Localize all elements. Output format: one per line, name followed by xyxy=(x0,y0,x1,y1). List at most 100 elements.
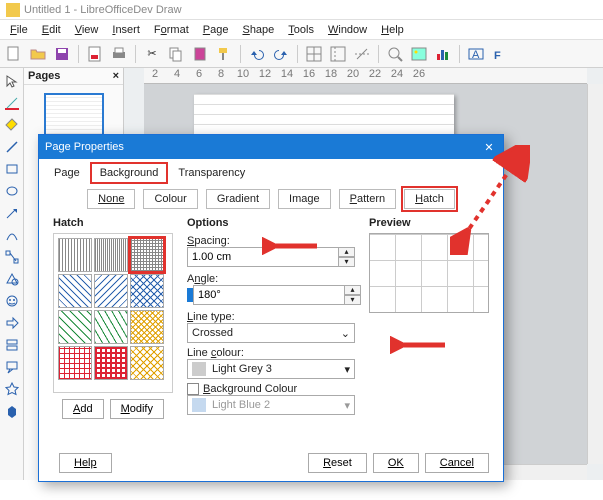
basic-shapes-icon[interactable] xyxy=(3,270,21,288)
undo-icon[interactable] xyxy=(247,44,267,64)
ok-button[interactable]: OK xyxy=(373,453,419,473)
hatch-swatch[interactable] xyxy=(94,274,128,308)
line-tool-icon[interactable] xyxy=(3,138,21,156)
dialog-titlebar[interactable]: Page Properties ✕ xyxy=(39,135,503,159)
grid-icon[interactable] xyxy=(304,44,324,64)
hatch-heading: Hatch xyxy=(53,217,173,229)
tab-transparency[interactable]: Transparency xyxy=(169,163,254,183)
helplines-icon[interactable] xyxy=(352,44,372,64)
callout-icon[interactable] xyxy=(3,358,21,376)
line-colour-select[interactable]: Light Grey 3 ▾ xyxy=(187,359,355,379)
hatch-swatch[interactable] xyxy=(58,274,92,308)
menu-insert[interactable]: Insert xyxy=(106,22,146,38)
hatch-swatch[interactable] xyxy=(94,238,128,272)
snap-icon[interactable] xyxy=(328,44,348,64)
hatch-swatch[interactable] xyxy=(130,238,164,272)
dropdown-icon: ▾ xyxy=(344,363,350,376)
menu-shape[interactable]: Shape xyxy=(236,22,280,38)
image-icon[interactable] xyxy=(409,44,429,64)
dialog-close-icon[interactable]: ✕ xyxy=(481,141,497,154)
spacing-input[interactable] xyxy=(187,247,339,267)
clone-format-icon[interactable] xyxy=(214,44,234,64)
bg-colour-swatch xyxy=(192,398,206,412)
select-tool-icon[interactable] xyxy=(3,72,21,90)
tab-background[interactable]: Background xyxy=(91,163,168,183)
app-icon xyxy=(6,3,20,17)
hatch-swatch[interactable] xyxy=(94,310,128,344)
menu-bar: File Edit View Insert Format Page Shape … xyxy=(0,20,603,40)
filltype-gradient[interactable]: Gradient xyxy=(206,189,270,209)
filltype-colour[interactable]: Colour xyxy=(143,189,197,209)
spacing-step-down-icon[interactable]: ▾ xyxy=(339,257,355,267)
star-icon[interactable] xyxy=(3,380,21,398)
symbol-shapes-icon[interactable] xyxy=(3,292,21,310)
ruler-horizontal: 2468101214161820222426 xyxy=(144,68,587,84)
filltype-pattern[interactable]: Pattern xyxy=(339,189,396,209)
hatch-swatch[interactable] xyxy=(130,274,164,308)
line-colour-swatch xyxy=(192,362,206,376)
menu-page[interactable]: Page xyxy=(197,22,235,38)
hatch-swatch[interactable] xyxy=(94,346,128,380)
hatch-swatch[interactable] xyxy=(130,346,164,380)
textbox-icon[interactable]: A xyxy=(466,44,486,64)
fontwork-icon[interactable]: F xyxy=(490,44,510,64)
dialog-tabs: Page Background Transparency xyxy=(39,159,503,183)
spacing-step-up-icon[interactable]: ▴ xyxy=(339,247,355,257)
modify-button[interactable]: Modify xyxy=(110,399,164,419)
svg-text:A: A xyxy=(472,49,480,61)
new-icon[interactable] xyxy=(4,44,24,64)
angle-step-up-icon[interactable]: ▴ xyxy=(345,285,361,295)
window-title: Untitled 1 - LibreOfficeDev Draw xyxy=(24,4,182,16)
menu-tools[interactable]: Tools xyxy=(282,22,320,38)
window-titlebar: Untitled 1 - LibreOfficeDev Draw xyxy=(0,0,603,20)
paste-icon[interactable] xyxy=(190,44,210,64)
menu-view[interactable]: View xyxy=(69,22,105,38)
arrow-tool-icon[interactable] xyxy=(3,204,21,222)
curve-tool-icon[interactable] xyxy=(3,226,21,244)
block-arrow-icon[interactable] xyxy=(3,314,21,332)
tab-page[interactable]: Page xyxy=(45,163,89,183)
rect-tool-icon[interactable] xyxy=(3,160,21,178)
redo-icon[interactable] xyxy=(271,44,291,64)
print-icon[interactable] xyxy=(109,44,129,64)
filltype-none[interactable]: None xyxy=(87,189,135,209)
chart-icon[interactable] xyxy=(433,44,453,64)
hatch-swatch[interactable] xyxy=(58,238,92,272)
hatch-swatch[interactable] xyxy=(58,346,92,380)
filltype-image[interactable]: Image xyxy=(278,189,331,209)
line-type-select[interactable]: Crossed ⌄ xyxy=(187,323,355,343)
menu-format[interactable]: Format xyxy=(148,22,195,38)
menu-file[interactable]: File xyxy=(4,22,34,38)
reset-button[interactable]: Reset xyxy=(308,453,367,473)
background-colour-checkbox[interactable] xyxy=(187,383,199,395)
angle-input[interactable] xyxy=(193,285,345,305)
line-colour-icon[interactable] xyxy=(3,94,21,112)
open-icon[interactable] xyxy=(28,44,48,64)
menu-help[interactable]: Help xyxy=(375,22,410,38)
flowchart-icon[interactable] xyxy=(3,336,21,354)
menu-window[interactable]: Window xyxy=(322,22,373,38)
scrollbar-vertical[interactable] xyxy=(587,84,603,464)
hatch-swatch-list[interactable] xyxy=(53,233,173,393)
menu-edit[interactable]: Edit xyxy=(36,22,67,38)
3d-icon[interactable] xyxy=(3,402,21,420)
save-icon[interactable] xyxy=(52,44,72,64)
help-button[interactable]: Help xyxy=(59,453,112,473)
copy-icon[interactable] xyxy=(166,44,186,64)
connector-tool-icon[interactable] xyxy=(3,248,21,266)
add-button[interactable]: Add xyxy=(62,399,104,419)
cut-icon[interactable]: ✂ xyxy=(142,44,162,64)
filltype-hatch[interactable]: Hatch xyxy=(404,189,455,209)
fill-colour-icon[interactable] xyxy=(3,116,21,134)
main-toolbar: ✂ A F xyxy=(0,40,603,68)
cancel-button[interactable]: Cancel xyxy=(425,453,489,473)
zoom-icon[interactable] xyxy=(385,44,405,64)
hatch-swatch[interactable] xyxy=(130,310,164,344)
svg-text:F: F xyxy=(494,50,501,62)
close-icon[interactable]: × xyxy=(113,70,119,82)
hatch-swatch[interactable] xyxy=(58,310,92,344)
ellipse-tool-icon[interactable] xyxy=(3,182,21,200)
fill-type-row: None Colour Gradient Image Pattern Hatch xyxy=(39,183,503,217)
export-pdf-icon[interactable] xyxy=(85,44,105,64)
angle-step-down-icon[interactable]: ▾ xyxy=(345,295,361,305)
